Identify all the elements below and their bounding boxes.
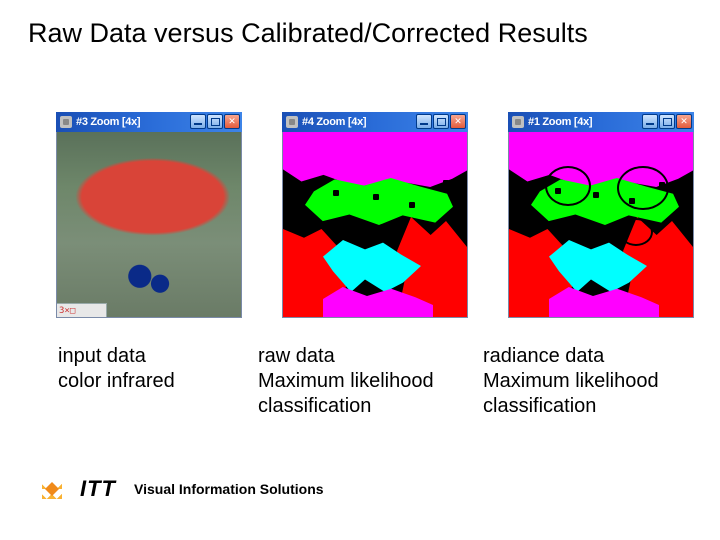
- window-titlebar: #1 Zoom [4x]: [508, 112, 694, 132]
- window-controls: [642, 114, 692, 129]
- caption-raw: raw data Maximum likelihood classificati…: [258, 344, 483, 419]
- panel-input-infrared: #3 Zoom [4x] 3×□: [56, 112, 242, 318]
- caption-line: input data: [58, 345, 146, 367]
- close-button[interactable]: [450, 114, 466, 129]
- caption-line: raw data: [258, 345, 335, 367]
- caption-row: input data color infrared raw data Maxim…: [58, 344, 698, 419]
- brand-name: ITT: [80, 476, 116, 502]
- window-body: [508, 132, 694, 318]
- close-button[interactable]: [676, 114, 692, 129]
- app-icon: [286, 116, 298, 128]
- window-controls: [416, 114, 466, 129]
- window-title: #1 Zoom [4x]: [528, 116, 592, 128]
- window-body: 3×□: [56, 132, 242, 318]
- window-controls: [190, 114, 240, 129]
- classification-map: [509, 132, 693, 317]
- window-titlebar: #4 Zoom [4x]: [282, 112, 468, 132]
- window-title: #3 Zoom [4x]: [76, 116, 140, 128]
- close-button[interactable]: [224, 114, 240, 129]
- panel-raw-classification: #4 Zoom [4x]: [282, 112, 468, 318]
- caption-line: Maximum likelihood: [483, 370, 659, 392]
- caption-radiance: radiance data Maximum likelihood classif…: [483, 344, 693, 419]
- caption-line: classification: [483, 395, 596, 417]
- caption-line: radiance data: [483, 345, 604, 367]
- window-title: #4 Zoom [4x]: [302, 116, 366, 128]
- annotation-circle: [545, 166, 591, 206]
- minimize-button[interactable]: [642, 114, 658, 129]
- footer: ITT Visual Information Solutions: [42, 476, 324, 502]
- infrared-image: [57, 132, 241, 317]
- minimize-button[interactable]: [190, 114, 206, 129]
- maximize-button[interactable]: [433, 114, 449, 129]
- annotation-circle: [619, 218, 653, 246]
- slide-title: Raw Data versus Calibrated/Corrected Res…: [28, 18, 588, 49]
- maximize-button[interactable]: [659, 114, 675, 129]
- app-icon: [512, 116, 524, 128]
- maximize-button[interactable]: [207, 114, 223, 129]
- classification-map: [283, 132, 467, 317]
- annotation-circle: [617, 166, 669, 210]
- panel-radiance-classification: #1 Zoom [4x]: [508, 112, 694, 318]
- window-titlebar: #3 Zoom [4x]: [56, 112, 242, 132]
- window-body: [282, 132, 468, 318]
- caption-line: Maximum likelihood: [258, 370, 434, 392]
- status-readout: 3×□: [57, 303, 107, 317]
- minimize-button[interactable]: [416, 114, 432, 129]
- panel-row: #3 Zoom [4x] 3×□ #4 Zoom [4x]: [56, 112, 694, 318]
- brand-tagline: Visual Information Solutions: [134, 481, 324, 497]
- app-icon: [60, 116, 72, 128]
- caption-input: input data color infrared: [58, 344, 258, 419]
- caption-line: color infrared: [58, 370, 175, 392]
- brand-diamond-icon: [42, 479, 62, 499]
- caption-line: classification: [258, 395, 371, 417]
